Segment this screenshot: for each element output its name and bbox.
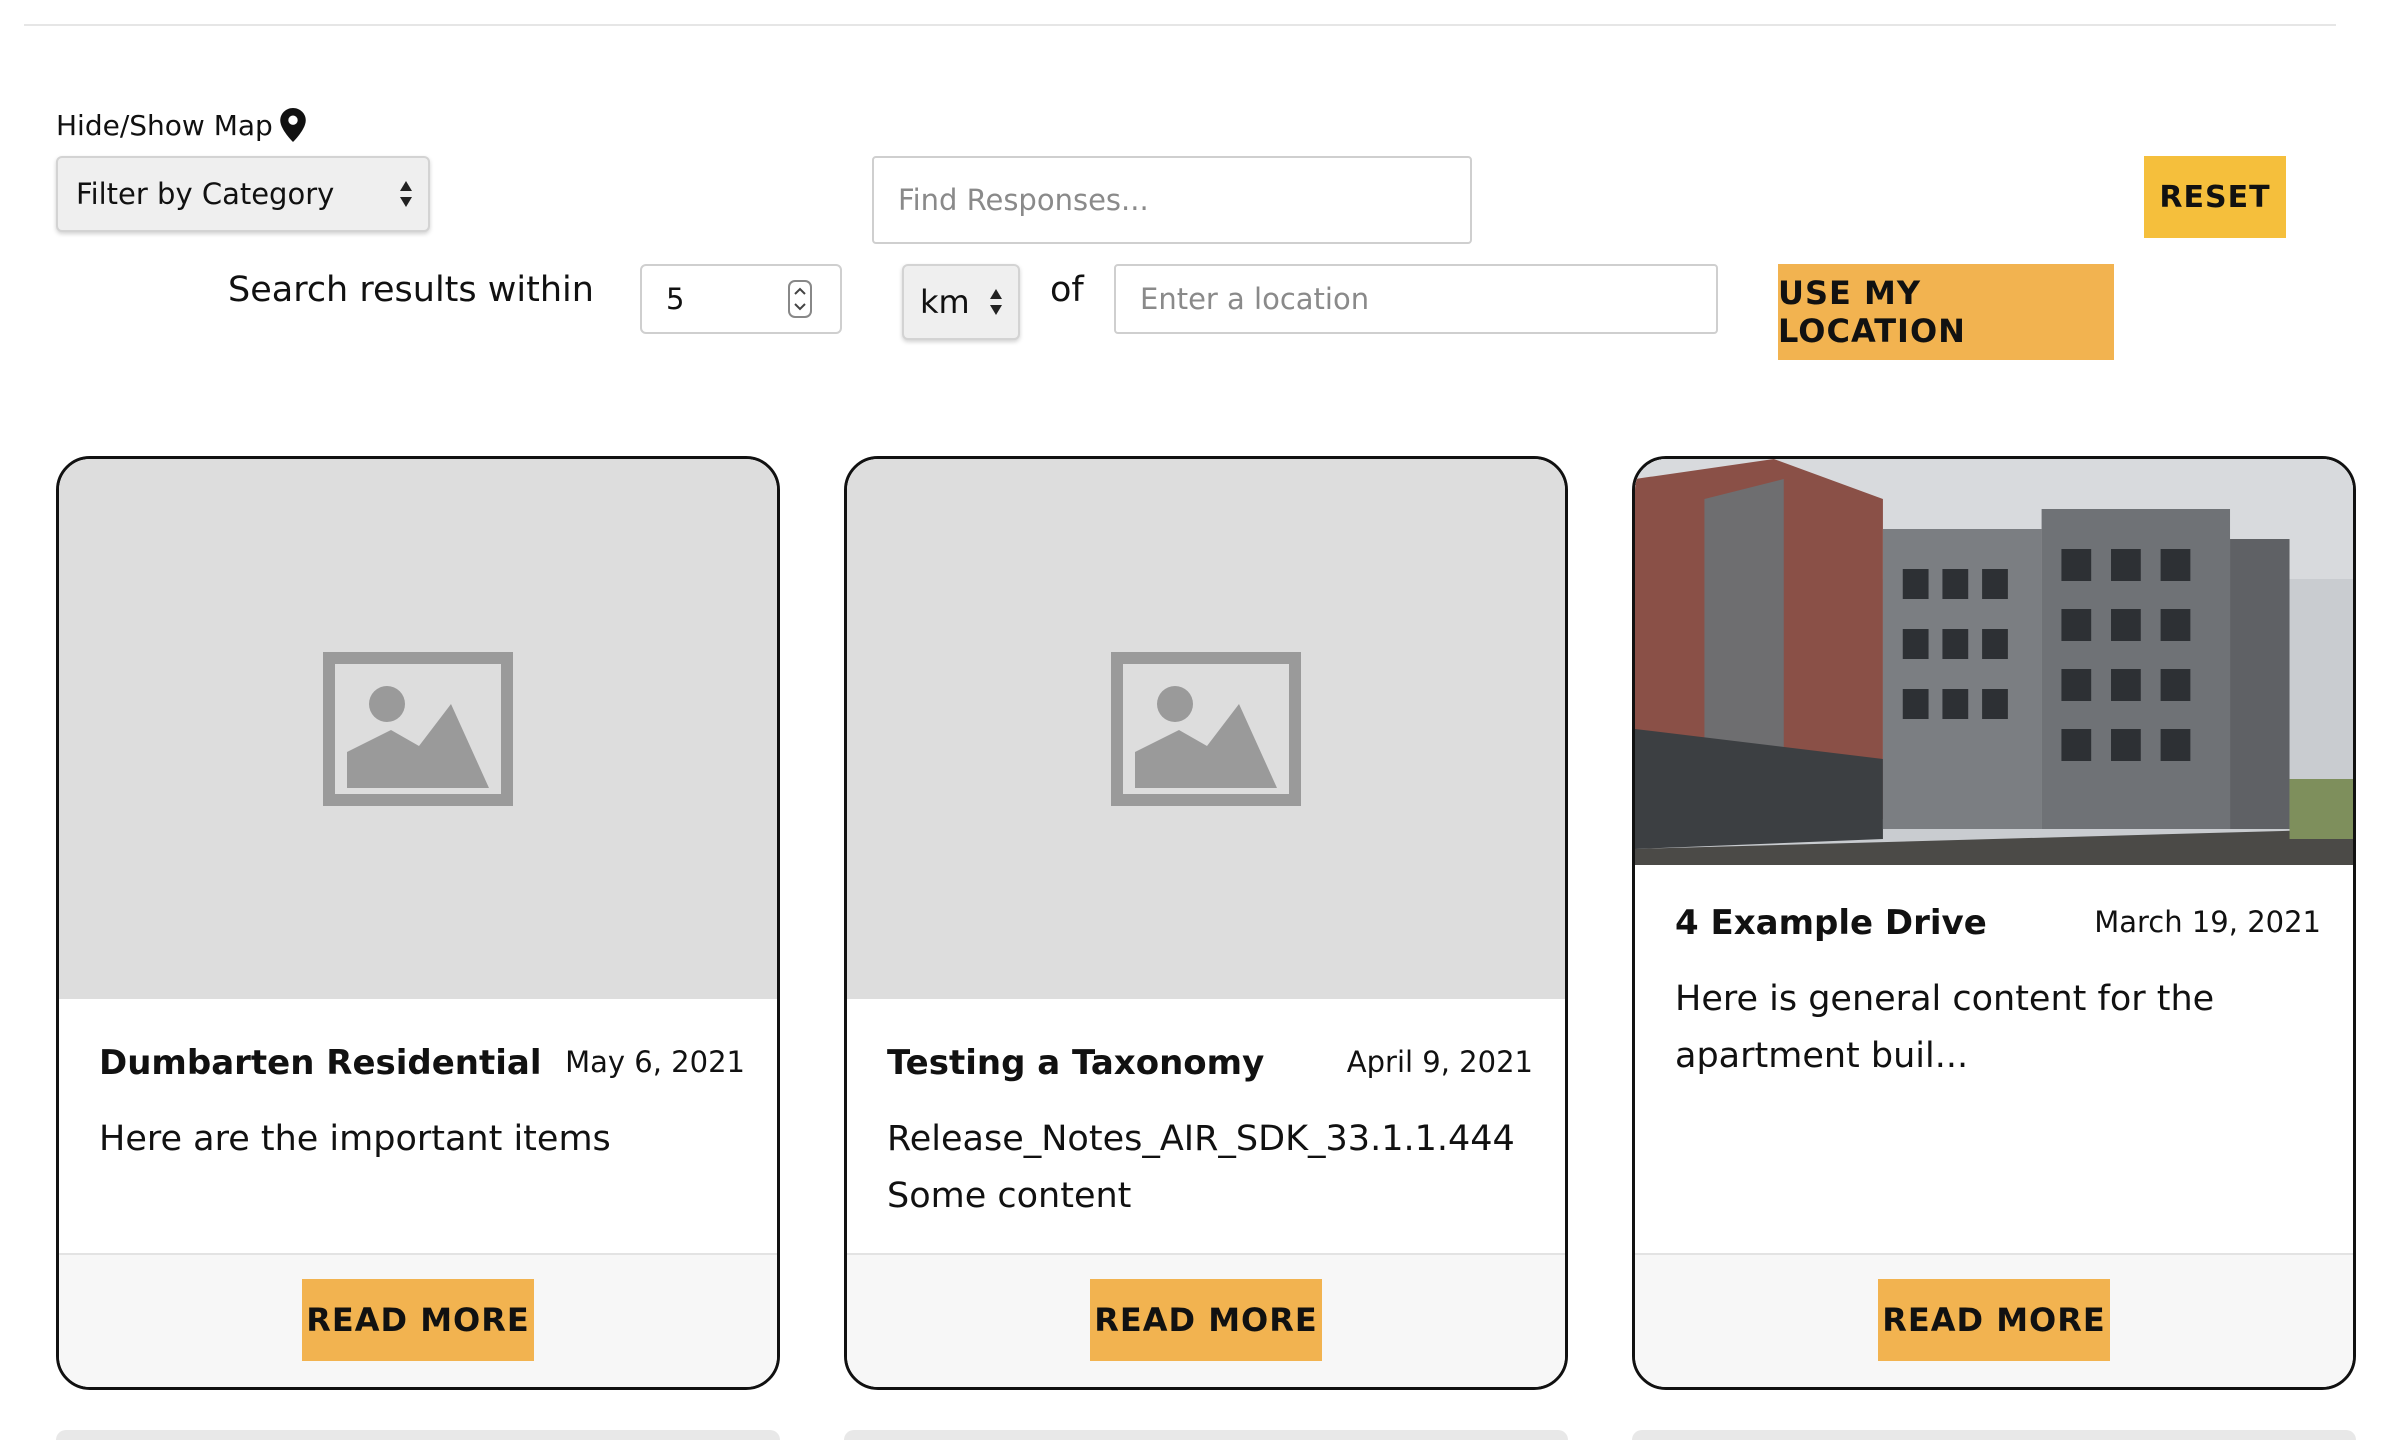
card-title[interactable]: 4 Example Drive — [1675, 903, 1987, 943]
building-photo — [1635, 459, 2353, 865]
card-excerpt: Here is general content for the apartmen… — [1675, 979, 2215, 1076]
select-arrows-icon — [990, 289, 1002, 315]
card-date: March 19, 2021 — [2094, 905, 2321, 939]
card-title[interactable]: Testing a Taxonomy — [887, 1043, 1264, 1083]
map-toggle-label: Hide/Show Map — [56, 108, 273, 142]
card-footer: READ MORE — [847, 1253, 1565, 1387]
location-input[interactable]: Enter a location — [1114, 264, 1718, 334]
responses-page: Hide/Show Map Filter by Category Find Re… — [0, 0, 2400, 1440]
next-card-edge — [56, 1430, 780, 1440]
next-card-edge — [844, 1430, 1568, 1440]
card-date: April 9, 2021 — [1346, 1045, 1533, 1079]
placeholder-image-icon — [323, 652, 513, 806]
card-footer: READ MORE — [59, 1253, 777, 1387]
location-placeholder: Enter a location — [1140, 282, 1370, 316]
unit-select[interactable]: km — [902, 264, 1020, 340]
card-excerpt: Here are the important items — [99, 1119, 611, 1159]
use-my-location-button[interactable]: USE MY LOCATION — [1778, 264, 2114, 360]
card-excerpt: Release_Notes_AIR_SDK_33.1.1.444 Some co… — [887, 1119, 1515, 1216]
select-arrows-icon — [400, 181, 412, 207]
category-select[interactable]: Filter by Category — [56, 156, 430, 232]
next-card-edge — [1632, 1430, 2356, 1440]
response-card: 4 Example Drive March 19, 2021 Here is g… — [1632, 456, 2356, 1390]
top-divider — [24, 24, 2336, 26]
card-image — [847, 459, 1565, 999]
card-date: May 6, 2021 — [565, 1045, 745, 1079]
map-toggle[interactable]: Hide/Show Map — [56, 108, 307, 142]
read-more-button[interactable]: READ MORE — [1090, 1279, 1322, 1361]
of-label: of — [1050, 270, 1084, 310]
radius-value: 5 — [666, 282, 685, 316]
search-within-label: Search results within — [228, 270, 594, 310]
placeholder-image-icon — [1111, 652, 1301, 806]
find-responses-placeholder: Find Responses... — [898, 183, 1149, 217]
read-more-button[interactable]: READ MORE — [1878, 1279, 2110, 1361]
find-responses-input[interactable]: Find Responses... — [872, 156, 1472, 244]
building-photo-icon — [1635, 459, 2353, 865]
card-image — [59, 459, 777, 999]
reset-button[interactable]: RESET — [2144, 156, 2286, 238]
response-card: Dumbarten Residential May 6, 2021 Here a… — [56, 456, 780, 1390]
category-select-value: Filter by Category — [76, 177, 335, 211]
card-footer: READ MORE — [1635, 1253, 2353, 1387]
radius-input[interactable]: 5 — [640, 264, 842, 334]
read-more-button[interactable]: READ MORE — [302, 1279, 534, 1361]
unit-select-value: km — [920, 283, 970, 321]
map-pin-icon — [280, 108, 306, 142]
stepper-icon[interactable] — [788, 280, 812, 318]
response-card: Testing a Taxonomy April 9, 2021 Release… — [844, 456, 1568, 1390]
card-title[interactable]: Dumbarten Residential — [99, 1043, 542, 1083]
